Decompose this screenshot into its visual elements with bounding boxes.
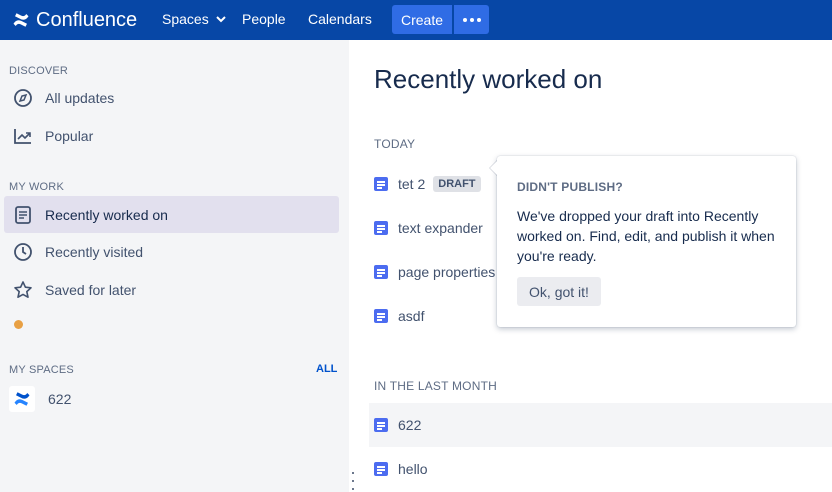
more-create-options-button[interactable]: [454, 5, 489, 34]
status-dot: [14, 320, 23, 329]
page-icon: [374, 221, 388, 235]
sidebar-item-recently-visited[interactable]: Recently visited: [4, 233, 339, 270]
page-icon: [374, 309, 388, 323]
compass-icon: [13, 88, 33, 108]
space-item-622[interactable]: 622: [9, 386, 71, 412]
draft-badge: DRAFT: [433, 176, 481, 192]
popover-arrow: [490, 160, 498, 176]
sidebar-item-label: Recently visited: [45, 243, 144, 260]
page-icon: [374, 177, 388, 191]
mywork-heading: MY WORK: [9, 181, 64, 193]
page-title-link[interactable]: page properties: [398, 264, 495, 280]
page-title: Recently worked on: [374, 64, 603, 94]
sidebar-item-label: Popular: [45, 127, 94, 144]
list-item[interactable]: hello: [369, 447, 832, 491]
sidebar-resize-handle[interactable]: [352, 472, 355, 490]
sidebar-item-label: All updates: [45, 89, 115, 106]
confluence-space-icon: [9, 386, 35, 412]
trending-icon: [13, 126, 33, 146]
ok-got-it-button[interactable]: Ok, got it!: [517, 277, 601, 306]
sidebar: DISCOVER All updates Popular MY WORK Rec…: [0, 40, 349, 492]
page-title-link[interactable]: hello: [398, 461, 428, 477]
nav-calendars[interactable]: Calendars: [308, 11, 372, 27]
more-dots-icon: [462, 17, 467, 22]
page-title-link[interactable]: text expander: [398, 220, 483, 236]
document-icon: [13, 205, 33, 225]
page-title-link[interactable]: asdf: [398, 308, 424, 324]
nav-spaces-label: Spaces: [162, 11, 209, 27]
nav-people[interactable]: People: [242, 11, 286, 27]
sidebar-item-popular[interactable]: Popular: [4, 117, 339, 154]
nav-spaces[interactable]: Spaces: [162, 11, 227, 27]
popover-body: We've dropped your draft into Recently w…: [517, 208, 775, 264]
star-icon: [13, 280, 33, 300]
page-icon: [374, 462, 388, 476]
myspaces-heading: MY SPACES: [9, 364, 74, 376]
popover-title: DIDN'T PUBLISH?: [517, 180, 623, 194]
confluence-logo[interactable]: Confluence: [12, 9, 137, 32]
sidebar-item-label: Recently worked on: [45, 206, 168, 223]
all-spaces-link[interactable]: ALL: [316, 363, 337, 375]
logo-text: Confluence: [36, 8, 138, 31]
clock-icon: [13, 242, 33, 262]
create-button[interactable]: Create: [392, 5, 452, 34]
sidebar-item-saved-for-later[interactable]: Saved for later: [4, 271, 339, 308]
today-section-label: TODAY: [374, 137, 416, 151]
discover-heading: DISCOVER: [9, 65, 69, 77]
list-item[interactable]: 622: [369, 403, 832, 447]
page-icon: [374, 418, 388, 432]
page-title-link[interactable]: 622: [398, 417, 421, 433]
confluence-logo-icon: [13, 13, 29, 27]
didnt-publish-popover: DIDN'T PUBLISH? We've dropped your draft…: [497, 156, 796, 327]
page-title-link[interactable]: tet 2: [398, 176, 425, 192]
space-label: 622: [48, 391, 72, 407]
sidebar-item-recently-worked-on[interactable]: Recently worked on: [4, 196, 339, 233]
sidebar-item-all-updates[interactable]: All updates: [4, 79, 339, 116]
sidebar-item-label: Saved for later: [45, 281, 137, 298]
page-icon: [374, 265, 388, 279]
top-navigation: Confluence Spaces People Calendars Creat…: [0, 0, 832, 40]
last-month-section-label: IN THE LAST MONTH: [374, 379, 497, 393]
chevron-down-icon: [215, 16, 226, 23]
